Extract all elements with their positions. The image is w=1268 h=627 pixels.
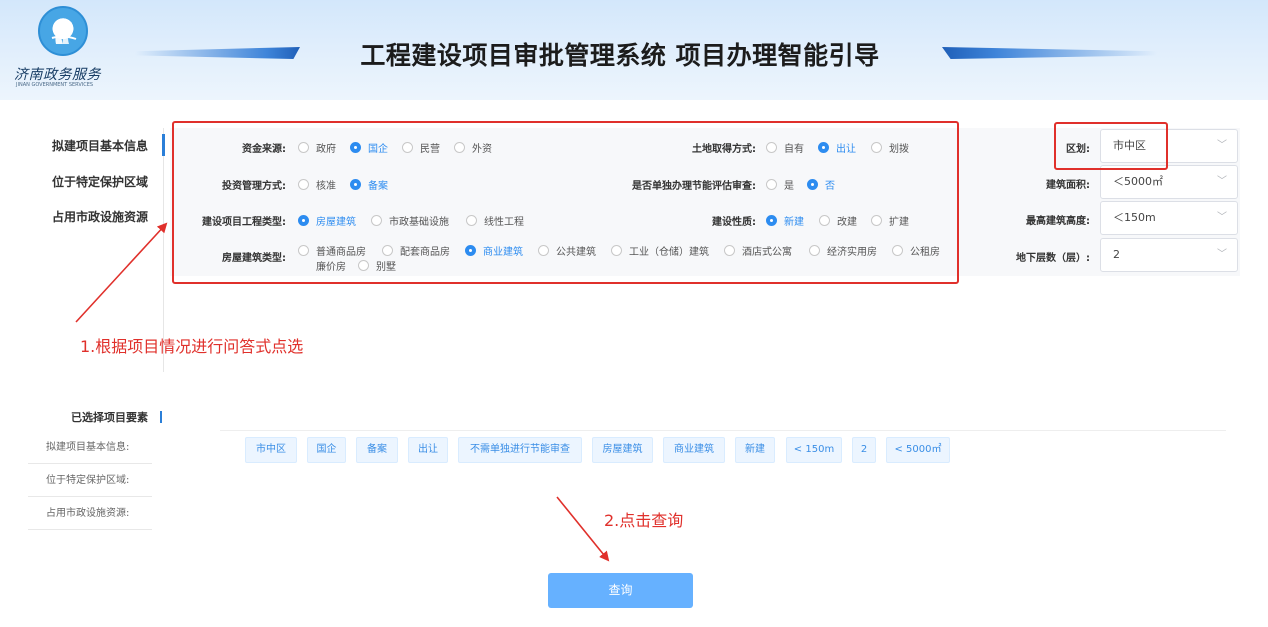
selected-basic-info: 拟建项目基本信息: [28,431,152,464]
height-select[interactable]: ＜150m ﹀ [1100,201,1238,235]
tags-divider [220,430,1226,431]
selected-section-title: 已选择项目要素 [71,411,148,424]
area-label: 建筑面积: [1046,180,1090,191]
selected-tag: 新建 [735,437,775,463]
selected-tag: 备案 [356,437,398,463]
chevron-down-icon: ﹀ [1217,176,1227,187]
selected-tag: 2 [852,437,876,463]
floors-select[interactable]: 2 ﹀ [1100,238,1238,272]
selected-tag: 出让 [408,437,448,463]
page-header: 济南政务服务 JINAN GOVERNMENT SERVICES 工程建设项目审… [0,0,1268,100]
header-decoration-left [135,47,300,59]
selected-tag: 市中区 [245,437,297,463]
page-title: 工程建设项目审批管理系统 项目办理智能引导 [360,41,880,70]
annotation-form-highlight [172,121,959,284]
selected-municipal-resources: 占用市政设施资源: [28,497,152,530]
nav-item-protected-area[interactable]: 位于特定保护区域 [40,174,165,190]
floors-label: 地下层数（层）: [1016,253,1090,264]
arrow-to-query [556,496,610,562]
query-button[interactable]: 查询 [548,573,693,608]
logo-text-en: JINAN GOVERNMENT SERVICES [16,82,94,88]
area-select[interactable]: ＜5000㎡ ﹀ [1100,165,1238,199]
selected-tag: 房屋建筑 [592,437,653,463]
height-label: 最高建筑高度: [1026,216,1090,227]
selected-tag: 不需单独进行节能审查 [458,437,582,463]
annotation-district-highlight [1054,122,1168,170]
selected-protected-area: 位于特定保护区域: [28,464,152,497]
arrow-to-form [75,222,168,323]
chevron-down-icon: ﹀ [1217,249,1227,260]
selected-tag: < 5000㎡ [886,437,950,463]
selected-tag: < 150m [786,437,842,463]
annotation-step1: 1.根据项目情况进行问答式点选 [80,337,304,356]
annotation-step2: 2.点击查询 [604,511,684,530]
selected-tag: 国企 [307,437,346,463]
nav-active-indicator [162,134,165,156]
emblem-icon [38,6,88,56]
selected-tag: 商业建筑 [663,437,725,463]
chevron-down-icon: ﹀ [1217,140,1227,151]
header-decoration-right [942,47,1157,59]
logo-text-cn: 济南政务服务 [14,67,101,83]
nav-item-municipal-resources[interactable]: 占用市政设施资源 [40,209,165,225]
section-indicator [160,411,162,423]
nav-item-basic-info[interactable]: 拟建项目基本信息 [40,138,165,154]
jinan-gov-logo: 济南政务服务 JINAN GOVERNMENT SERVICES [10,6,120,92]
chevron-down-icon: ﹀ [1217,212,1227,223]
